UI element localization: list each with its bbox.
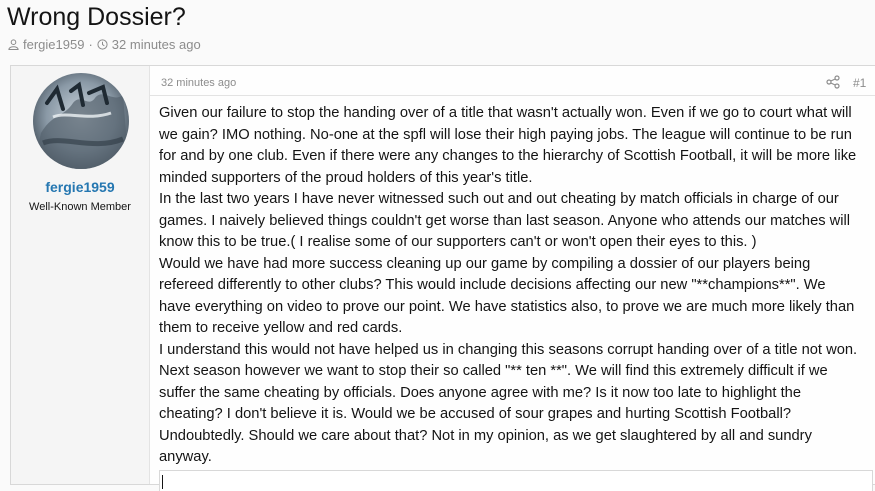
post-username[interactable]: fergie1959 xyxy=(11,179,149,195)
thread-time-link[interactable]: 32 minutes ago xyxy=(112,37,201,52)
post: fergie1959 Well-Known Member 32 minutes … xyxy=(10,65,875,491)
post-user-cell: fergie1959 Well-Known Member xyxy=(11,66,150,484)
share-icon[interactable] xyxy=(826,75,840,89)
post-paragraph: Given our failure to stop the handing ov… xyxy=(159,105,857,186)
post-number-link[interactable]: #1 xyxy=(853,76,866,90)
reply-editor[interactable] xyxy=(159,470,873,491)
post-header-divider xyxy=(150,95,875,96)
page-title: Wrong Dossier? xyxy=(7,3,186,31)
post-body: Given our failure to stop the handing ov… xyxy=(159,103,859,469)
thread-author-link[interactable]: fergie1959 xyxy=(23,37,84,52)
thread-meta: fergie1959 · 32 minutes ago xyxy=(8,37,201,52)
avatar[interactable] xyxy=(33,73,129,169)
text-caret xyxy=(162,475,163,489)
post-paragraph: I understand this would not have helped … xyxy=(159,341,858,466)
post-paragraph: Would we have had more success cleaning … xyxy=(159,255,855,337)
post-date-link[interactable]: 32 minutes ago xyxy=(161,77,236,89)
post-paragraph: In the last two years I have never witne… xyxy=(159,191,851,250)
clock-icon xyxy=(97,39,108,50)
user-title: Well-Known Member xyxy=(29,201,131,213)
user-icon xyxy=(8,39,19,50)
avatar-image xyxy=(33,73,129,169)
meta-separator: · xyxy=(88,37,93,52)
